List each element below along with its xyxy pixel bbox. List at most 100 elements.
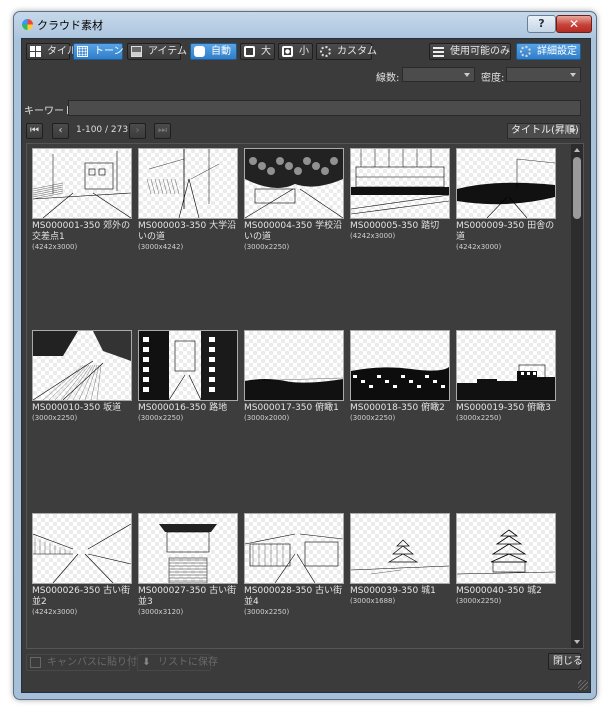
cloud-materials-window: クラウド素材 ? ✕ タイル トーン アイテム 自動 大 小 カスタム 使用可能… — [13, 11, 597, 700]
tab-item-label: アイテム — [148, 46, 187, 57]
advanced-settings-label: 詳細設定 — [537, 46, 577, 57]
density-select[interactable] — [506, 67, 581, 82]
large-size-icon — [244, 46, 255, 57]
last-page-icon: ⏭ — [158, 125, 167, 136]
material-item[interactable]: MS000028-350 古い街並4 (3000x2250) — [244, 513, 344, 616]
close-window-button[interactable]: ✕ — [556, 15, 592, 33]
save-to-list-button[interactable]: ⬇ リストに保存 — [137, 654, 218, 671]
material-item[interactable]: MS000009-350 田舎の道 (4242x3000) — [456, 148, 556, 251]
material-item[interactable]: MS000010-350 坂道 (3000x2250) — [32, 330, 132, 422]
available-only-button[interactable]: 使用可能のみ — [429, 43, 511, 60]
line-count-label: 線数: — [376, 73, 400, 84]
size-large-label: 大 — [261, 46, 271, 57]
material-title: MS000027-350 古い街並3 — [138, 586, 237, 607]
material-item[interactable]: MS000026-350 古い街並2 (4242x3000) — [32, 513, 132, 616]
size-custom-label: カスタム — [337, 46, 377, 57]
material-size: (3000x2250) — [138, 414, 184, 422]
chevron-right-icon: › — [135, 125, 140, 136]
material-item[interactable]: MS000004-350 学校沿いの道 (3000x2250) — [244, 148, 344, 251]
material-title: MS000028-350 古い街並4 — [244, 586, 343, 607]
size-small-button[interactable]: 小 — [278, 43, 313, 60]
paste-to-canvas-button[interactable]: キャンバスに貼り付け — [26, 654, 147, 671]
small-size-icon — [282, 46, 293, 57]
material-item[interactable]: MS000017-350 俯瞰1 (3000x2000) — [244, 330, 344, 422]
material-size: (3000x2250) — [456, 414, 502, 422]
chevron-left-icon: ‹ — [58, 125, 63, 136]
material-size: (3000x2000) — [244, 414, 290, 422]
material-item[interactable]: MS000040-350 城2 (3000x2250) — [456, 513, 556, 605]
resize-grip[interactable] — [578, 680, 588, 690]
material-size: (3000x4242) — [138, 243, 184, 251]
settings-gear-icon — [520, 46, 531, 57]
keyword-input[interactable] — [68, 100, 581, 116]
tab-tile[interactable]: タイル — [26, 43, 77, 60]
keyword-label: キーワード — [24, 106, 74, 117]
scroll-up-arrow[interactable] — [571, 144, 583, 156]
download-icon: ⬇ — [142, 657, 151, 668]
tab-tone[interactable]: トーン — [73, 43, 124, 60]
prev-page-button[interactable]: ‹ — [52, 123, 69, 139]
material-thumbnail — [244, 148, 344, 219]
material-item[interactable]: MS000039-350 城1 (3000x1688) — [350, 513, 450, 605]
material-item[interactable]: MS000019-350 俯瞰3 (3000x2250) — [456, 330, 556, 422]
next-page-button[interactable]: › — [129, 123, 146, 139]
tone-icon — [77, 46, 88, 57]
material-thumbnail — [350, 513, 450, 584]
density-label: 密度: — [481, 73, 505, 84]
material-title: MS000026-350 古い街並2 — [32, 586, 131, 607]
size-large-button[interactable]: 大 — [240, 43, 275, 60]
advanced-settings-button[interactable]: 詳細設定 — [516, 43, 581, 60]
save-to-list-label: リストに保存 — [158, 657, 218, 668]
size-custom-button[interactable]: カスタム — [316, 43, 377, 60]
paste-to-canvas-label: キャンバスに貼り付け — [47, 657, 147, 668]
material-grid: MS000001-350 郊外の交差点1 (4242x3000) MS000003-… — [26, 143, 584, 649]
material-size: (3000x3120) — [138, 608, 184, 616]
list-icon — [433, 46, 444, 57]
material-thumbnail — [32, 513, 132, 584]
material-item[interactable]: MS000027-350 古い街並3 (3000x3120) — [138, 513, 238, 616]
material-thumbnail — [456, 513, 556, 584]
material-title: MS000017-350 俯瞰1 — [244, 403, 339, 413]
material-thumbnail — [32, 330, 132, 401]
material-item[interactable]: MS000016-350 路地 (3000x2250) — [138, 330, 238, 422]
last-page-button[interactable]: ⏭ — [154, 123, 171, 139]
line-count-select[interactable] — [402, 67, 475, 82]
material-title: MS000010-350 坂道 — [32, 403, 122, 413]
size-auto-button[interactable]: 自動 — [190, 43, 237, 60]
material-item[interactable]: MS000018-350 俯瞰2 (3000x2250) — [350, 330, 450, 422]
auto-size-icon — [194, 46, 205, 57]
material-title: MS000039-350 城1 — [350, 586, 436, 596]
material-size: (4242x3000) — [350, 232, 396, 240]
material-title: MS000004-350 学校沿いの道 — [244, 221, 343, 242]
help-button[interactable]: ? — [527, 15, 556, 33]
material-thumbnail — [350, 148, 450, 219]
material-thumbnail — [138, 330, 238, 401]
material-title: MS000019-350 俯瞰3 — [456, 403, 551, 413]
material-thumbnail — [350, 330, 450, 401]
material-item[interactable]: MS000005-350 踏切 (4242x3000) — [350, 148, 450, 240]
material-title: MS000005-350 踏切 — [350, 221, 440, 231]
grid-scrollbar[interactable] — [571, 144, 583, 648]
material-thumbnail — [244, 513, 344, 584]
material-size: (3000x2250) — [244, 243, 290, 251]
tab-item[interactable]: アイテム — [127, 43, 187, 60]
sort-select[interactable]: タイトル(昇順) — [507, 123, 581, 139]
material-title: MS000001-350 郊外の交差点1 — [32, 221, 131, 242]
material-item[interactable]: MS000003-350 大学沿いの道 (3000x4242) — [138, 148, 238, 251]
material-size: (3000x2250) — [456, 597, 502, 605]
material-thumbnail — [456, 330, 556, 401]
scroll-thumb[interactable] — [573, 157, 581, 219]
material-size: (4242x3000) — [456, 243, 502, 251]
close-button[interactable]: 閉じる — [548, 653, 583, 670]
material-item[interactable]: MS000001-350 郊外の交差点1 (4242x3000) — [32, 148, 132, 251]
material-thumbnail — [138, 148, 238, 219]
material-size: (3000x1688) — [350, 597, 396, 605]
material-title: MS000016-350 路地 — [138, 403, 228, 413]
material-thumbnail — [138, 513, 238, 584]
title-bar[interactable]: クラウド素材 ? ✕ — [14, 12, 596, 38]
first-page-button[interactable]: ⏮ — [26, 123, 43, 139]
material-title: MS000009-350 田舎の道 — [456, 221, 555, 242]
window-title: クラウド素材 — [37, 19, 103, 32]
scroll-down-arrow[interactable] — [571, 636, 583, 648]
paste-icon — [30, 657, 41, 668]
